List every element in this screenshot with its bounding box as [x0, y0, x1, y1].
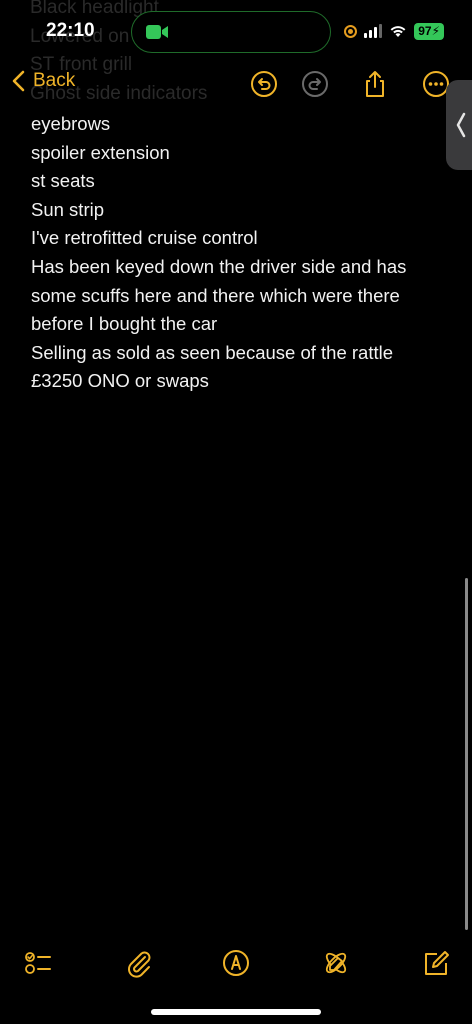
note-line: eyebrows	[31, 113, 111, 134]
note-line: I've retrofitted cruise control	[31, 227, 258, 249]
note-line: Has been keyed down the driver side and …	[31, 255, 407, 277]
markup-pen-icon[interactable]	[221, 948, 251, 978]
chevron-left-icon	[456, 112, 466, 138]
dynamic-island[interactable]	[131, 11, 331, 53]
back-label: Back	[33, 70, 76, 91]
note-text-area[interactable]: eyebrows spoiler extension st seats Sun …	[31, 110, 431, 396]
note-line: some scuffs here and there which were th…	[31, 284, 400, 306]
note-line: before I bought the car	[31, 313, 218, 335]
back-button[interactable]: Back	[12, 70, 75, 92]
navigation-bar: Back	[0, 60, 472, 106]
chevron-left-icon	[12, 70, 25, 92]
share-icon[interactable]	[361, 70, 389, 98]
checklist-icon[interactable]	[23, 948, 53, 978]
recording-indicator-icon	[344, 24, 358, 38]
compose-icon[interactable]	[421, 948, 451, 978]
status-bar: 22:10 97⚡	[0, 0, 472, 60]
cellular-signal-icon	[364, 24, 383, 38]
note-line: Selling as sold as seen because of the r…	[31, 341, 394, 363]
paperclip-icon[interactable]	[124, 948, 154, 978]
undo-icon[interactable]	[250, 70, 278, 98]
side-panel-handle[interactable]	[446, 80, 472, 170]
redo-icon[interactable]	[301, 70, 329, 98]
note-line: st seats	[31, 170, 95, 192]
note-line: Sun strip	[31, 198, 105, 220]
status-time: 22:10	[46, 20, 95, 41]
wifi-icon	[390, 26, 406, 37]
note-line: spoiler extension	[31, 141, 170, 163]
facetime-video-icon	[146, 25, 168, 39]
status-icons: 97⚡	[344, 21, 444, 41]
charging-bolt-icon: ⚡	[431, 23, 440, 38]
writing-tools-icon[interactable]	[321, 948, 351, 978]
battery-indicator: 97⚡	[414, 22, 444, 40]
battery-level: 97	[418, 23, 432, 38]
home-indicator[interactable]	[151, 1009, 321, 1015]
scroll-indicator[interactable]	[465, 578, 468, 930]
bottom-toolbar	[0, 944, 472, 984]
note-line: £3250 ONO or swaps	[31, 370, 209, 392]
